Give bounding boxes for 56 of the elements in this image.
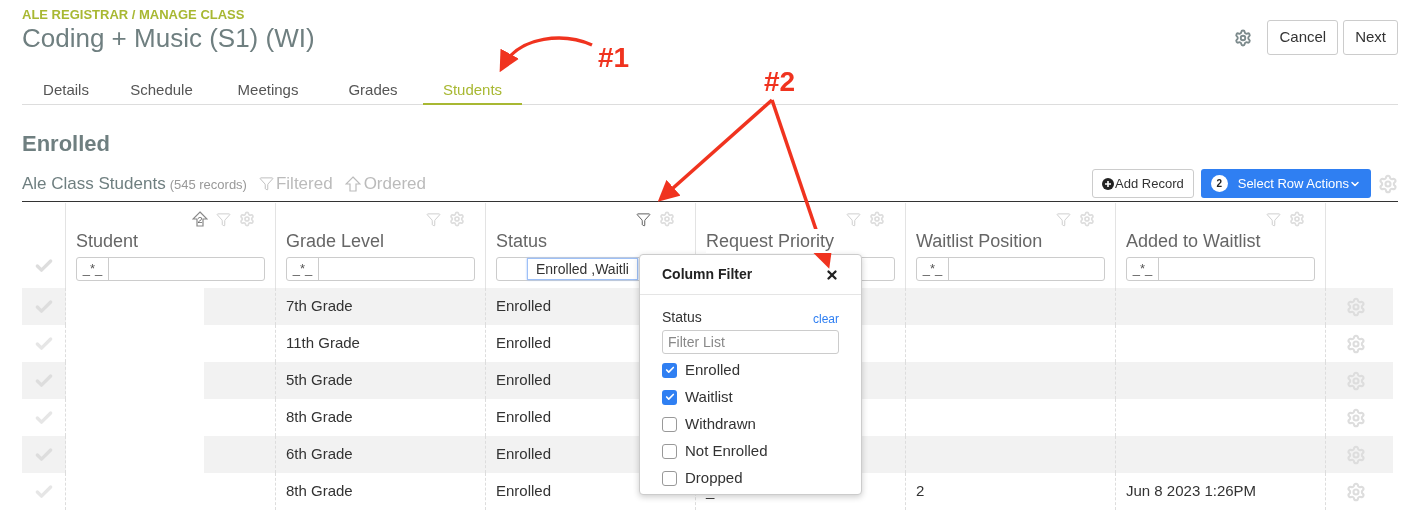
- table-cell-text: Enrolled: [496, 333, 552, 354]
- tab[interactable]: Grades: [323, 77, 423, 105]
- section-title: Enrolled: [22, 131, 111, 157]
- header-button[interactable]: Cancel: [1267, 20, 1339, 55]
- arrow-up-icon: [344, 175, 361, 192]
- filter-field[interactable]: _*_: [1126, 257, 1315, 281]
- table-cell-text: Enrolled: [496, 481, 552, 502]
- checkbox[interactable]: [662, 389, 677, 405]
- annotation-label: #1: [598, 43, 630, 73]
- filter-field[interactable]: _*_: [286, 257, 475, 281]
- table-cell-text: Enrolled: [496, 296, 552, 317]
- sort-order-icon[interactable]: 2: [192, 211, 208, 227]
- tab[interactable]: Meetings: [213, 77, 323, 105]
- table-cell-text: 7th Grade: [286, 296, 353, 317]
- annotation-label: #2: [764, 67, 796, 97]
- column-header: Request Priority: [706, 229, 835, 253]
- option-label: Waitlist: [685, 386, 733, 407]
- table-cell-text: Enrolled: [496, 407, 552, 428]
- filter-list-field[interactable]: Filter List: [662, 330, 839, 354]
- table-cell-text: 8th Grade: [286, 481, 353, 502]
- clear-link[interactable]: clear: [813, 310, 839, 328]
- option-label: Not Enrolled: [685, 440, 768, 461]
- checkbox[interactable]: [662, 362, 677, 378]
- header-button[interactable]: Next: [1343, 20, 1398, 55]
- table-cell-text: Jun 8 2023 1:26PM: [1126, 481, 1257, 502]
- gear-icon[interactable]: [1234, 28, 1253, 47]
- check-icon: [664, 392, 675, 402]
- table-cell-text: 2: [916, 481, 925, 502]
- row-actions-button[interactable]: 2 Select Row Actions: [1200, 169, 1371, 198]
- count-badge: 2: [1210, 175, 1228, 192]
- record-count: (545 records): [169, 175, 247, 194]
- table-cell-text: 5th Grade: [286, 370, 353, 391]
- table-cell-text: Enrolled: [496, 370, 552, 391]
- check-icon: [664, 365, 675, 375]
- field-label: Status: [662, 308, 702, 327]
- table-cell-text: 6th Grade: [286, 444, 353, 465]
- option-label: Enrolled: [685, 359, 741, 380]
- option-label: Withdrawn: [685, 413, 756, 434]
- breadcrumb: ALE REGISTRAR / MANAGE CLASS: [22, 7, 246, 23]
- add-record-button[interactable]: Add Record: [1092, 169, 1194, 198]
- filter-icon[interactable]: [636, 211, 651, 227]
- checkbox[interactable]: [662, 443, 677, 459]
- page-title: Coding + Music (S1) (WI): [22, 23, 315, 53]
- close-icon[interactable]: [825, 267, 839, 282]
- filter-field[interactable]: _*_: [76, 257, 265, 281]
- table-cell-text: 11th Grade: [286, 333, 360, 354]
- filter-icon: [258, 176, 274, 191]
- table-title: Ale Class Students: [22, 172, 166, 195]
- plus-circle-icon: [1102, 177, 1115, 190]
- filter-field[interactable]: _*_: [916, 257, 1105, 281]
- table-cell-text: 8th Grade: [286, 407, 353, 428]
- checkbox[interactable]: [662, 416, 677, 432]
- table-cell-text: Enrolled: [496, 444, 552, 465]
- checkbox[interactable]: [662, 470, 677, 486]
- tab[interactable]: Schedule: [110, 77, 213, 105]
- tab[interactable]: Details: [22, 77, 110, 105]
